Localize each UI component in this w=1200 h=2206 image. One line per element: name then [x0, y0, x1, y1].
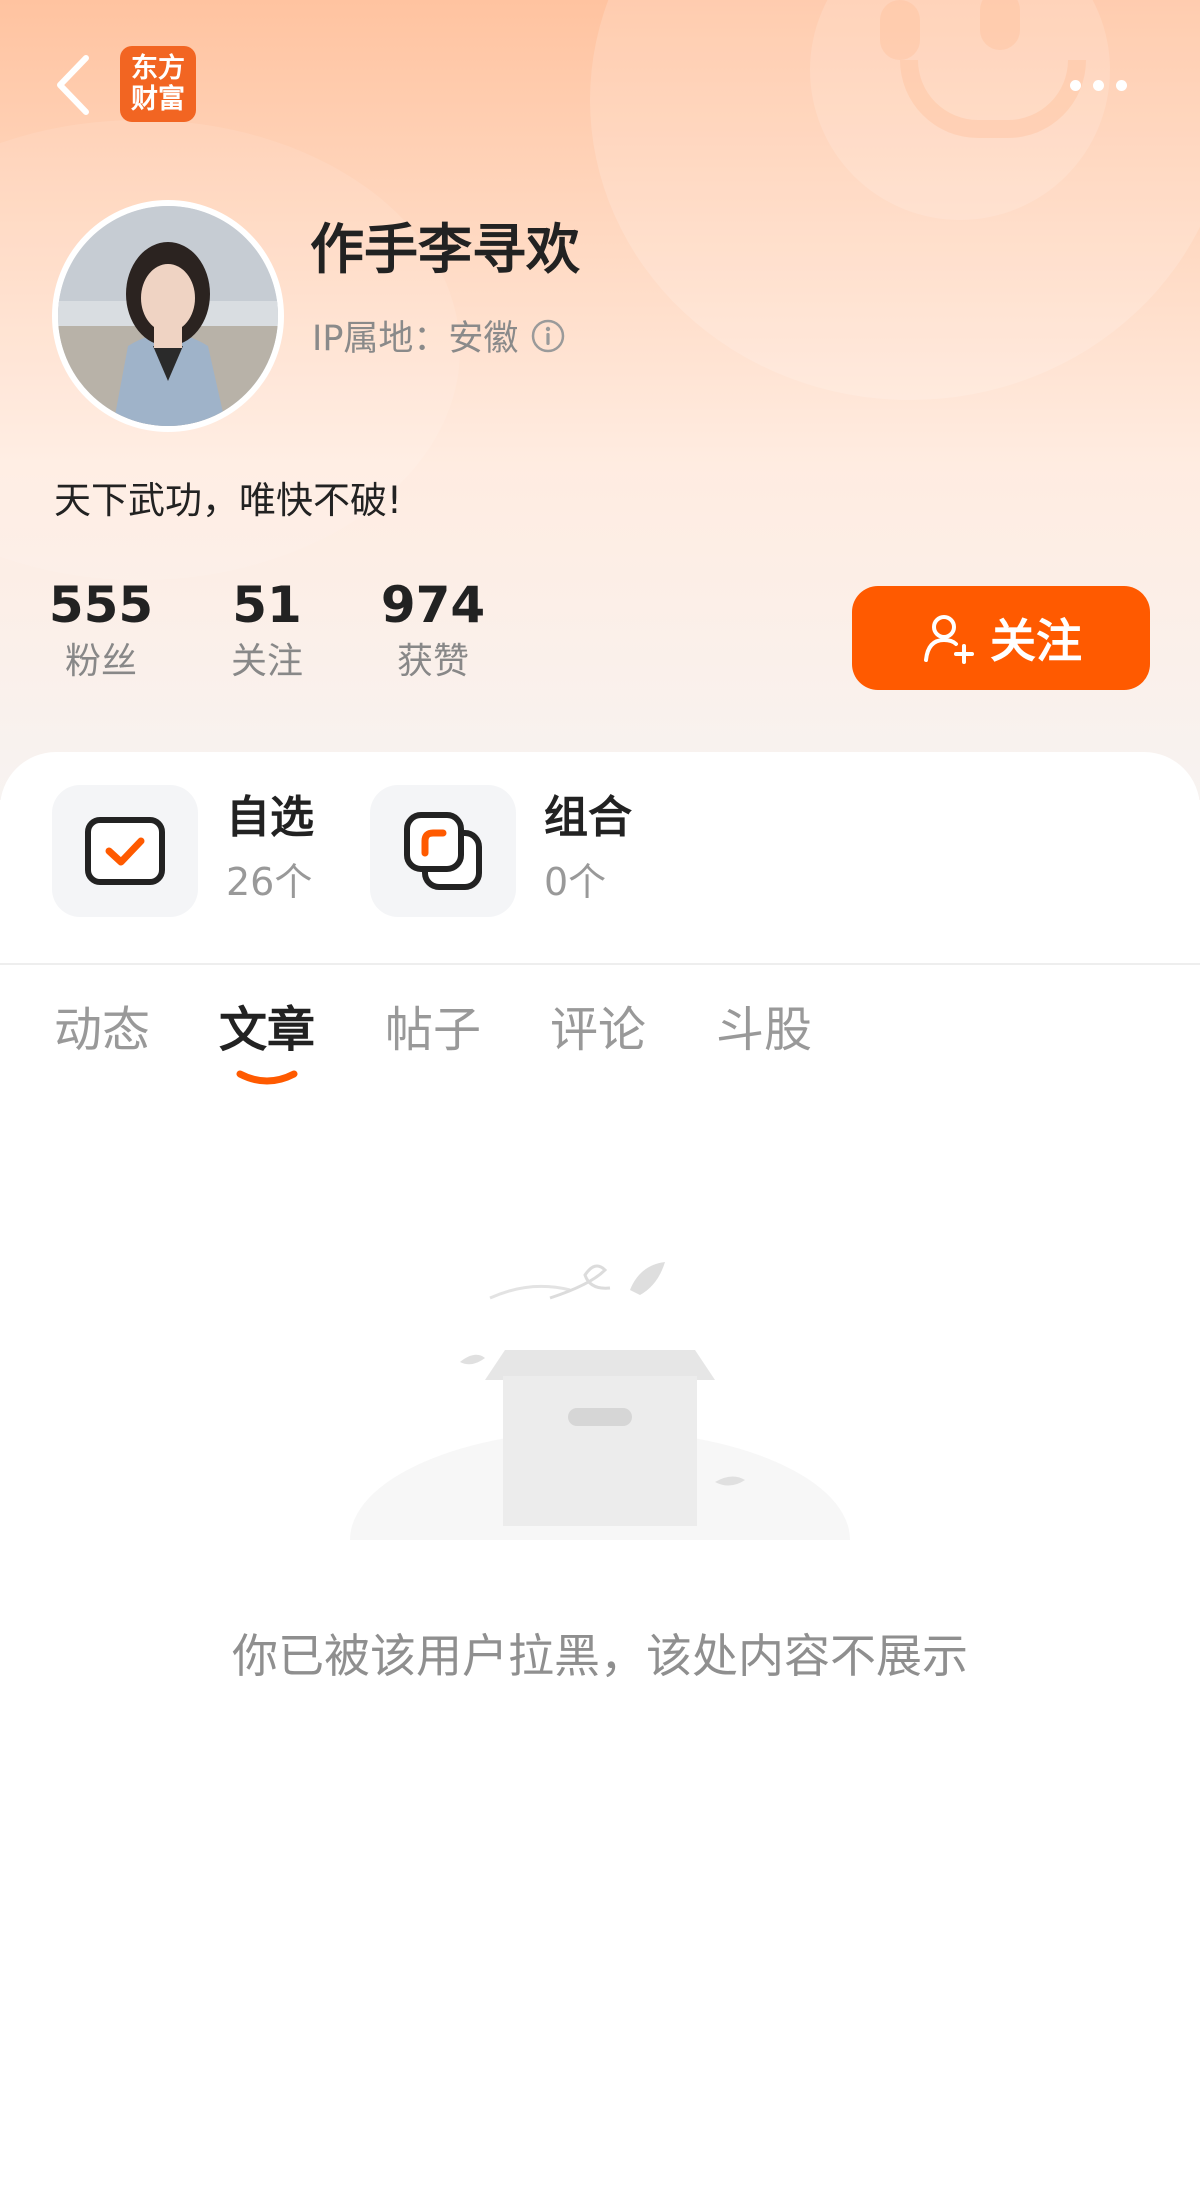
stat-following[interactable]: 51 关注 — [202, 575, 332, 689]
tab-comments[interactable]: 评论 — [550, 995, 646, 1065]
more-dot — [1070, 79, 1081, 91]
stat-likes[interactable]: 974 获赞 — [368, 575, 498, 689]
add-user-icon — [924, 615, 974, 664]
empty-state-message: 你已被该用户拉黑，该处内容不展示 — [232, 1629, 968, 1683]
stat-value: 51 — [232, 576, 302, 634]
follow-button[interactable]: 关注 — [852, 586, 1150, 690]
decorative-face-eye — [880, 0, 920, 60]
back-button[interactable] — [50, 50, 100, 120]
shortcut-watchlist[interactable]: 自选 26个 — [52, 785, 314, 917]
stat-label: 获赞 — [396, 641, 469, 682]
stat-label: 关注 — [230, 641, 303, 682]
shortcut-portfolio[interactable]: 组合 0个 — [370, 785, 632, 917]
avatar[interactable] — [52, 200, 284, 432]
section-divider — [0, 963, 1200, 965]
stat-value: 555 — [48, 576, 154, 634]
ip-location-text: IP属地：安徽 — [312, 319, 519, 359]
user-name: 作手李寻欢 — [310, 218, 580, 281]
tab-activity[interactable]: 动态 — [54, 995, 150, 1065]
stat-fans[interactable]: 555 粉丝 — [36, 575, 166, 689]
avatar-photo — [58, 206, 278, 426]
chevron-left-icon — [57, 55, 89, 115]
more-dot — [1116, 79, 1127, 91]
follow-button-label: 关注 — [990, 614, 1082, 668]
more-dot — [1093, 79, 1104, 91]
shortcut-title: 自选 — [226, 792, 314, 843]
stat-label: 粉丝 — [64, 641, 137, 682]
app-logo: 东方 财富 — [120, 46, 196, 122]
shortcut-count: 0个 — [544, 860, 607, 904]
stacked-squares-icon — [404, 812, 482, 890]
more-options-button[interactable] — [1070, 70, 1140, 100]
decorative-face-eye — [980, 0, 1020, 50]
empty-box-illustration — [340, 1262, 860, 1560]
portfolio-icon-tile — [370, 785, 516, 917]
shortcut-title: 组合 — [544, 792, 632, 843]
tab-articles[interactable]: 文章 — [219, 995, 315, 1065]
content-tabs: 动态 文章 帖子 评论 斗股 — [0, 995, 1200, 1095]
stat-value: 974 — [380, 576, 486, 634]
ip-location-row: IP属地：安徽 — [312, 310, 566, 361]
shortcut-count: 26个 — [226, 860, 313, 904]
active-tab-indicator — [236, 1070, 298, 1085]
info-icon[interactable] — [530, 318, 566, 354]
tab-stock-battle[interactable]: 斗股 — [716, 995, 812, 1065]
checkbox-checked-icon — [85, 817, 165, 885]
app-logo-text: 东方 财富 — [131, 53, 185, 115]
user-bio: 天下武功，唯快不破! — [54, 479, 402, 522]
tab-posts[interactable]: 帖子 — [385, 995, 481, 1065]
watchlist-icon-tile — [52, 785, 198, 917]
